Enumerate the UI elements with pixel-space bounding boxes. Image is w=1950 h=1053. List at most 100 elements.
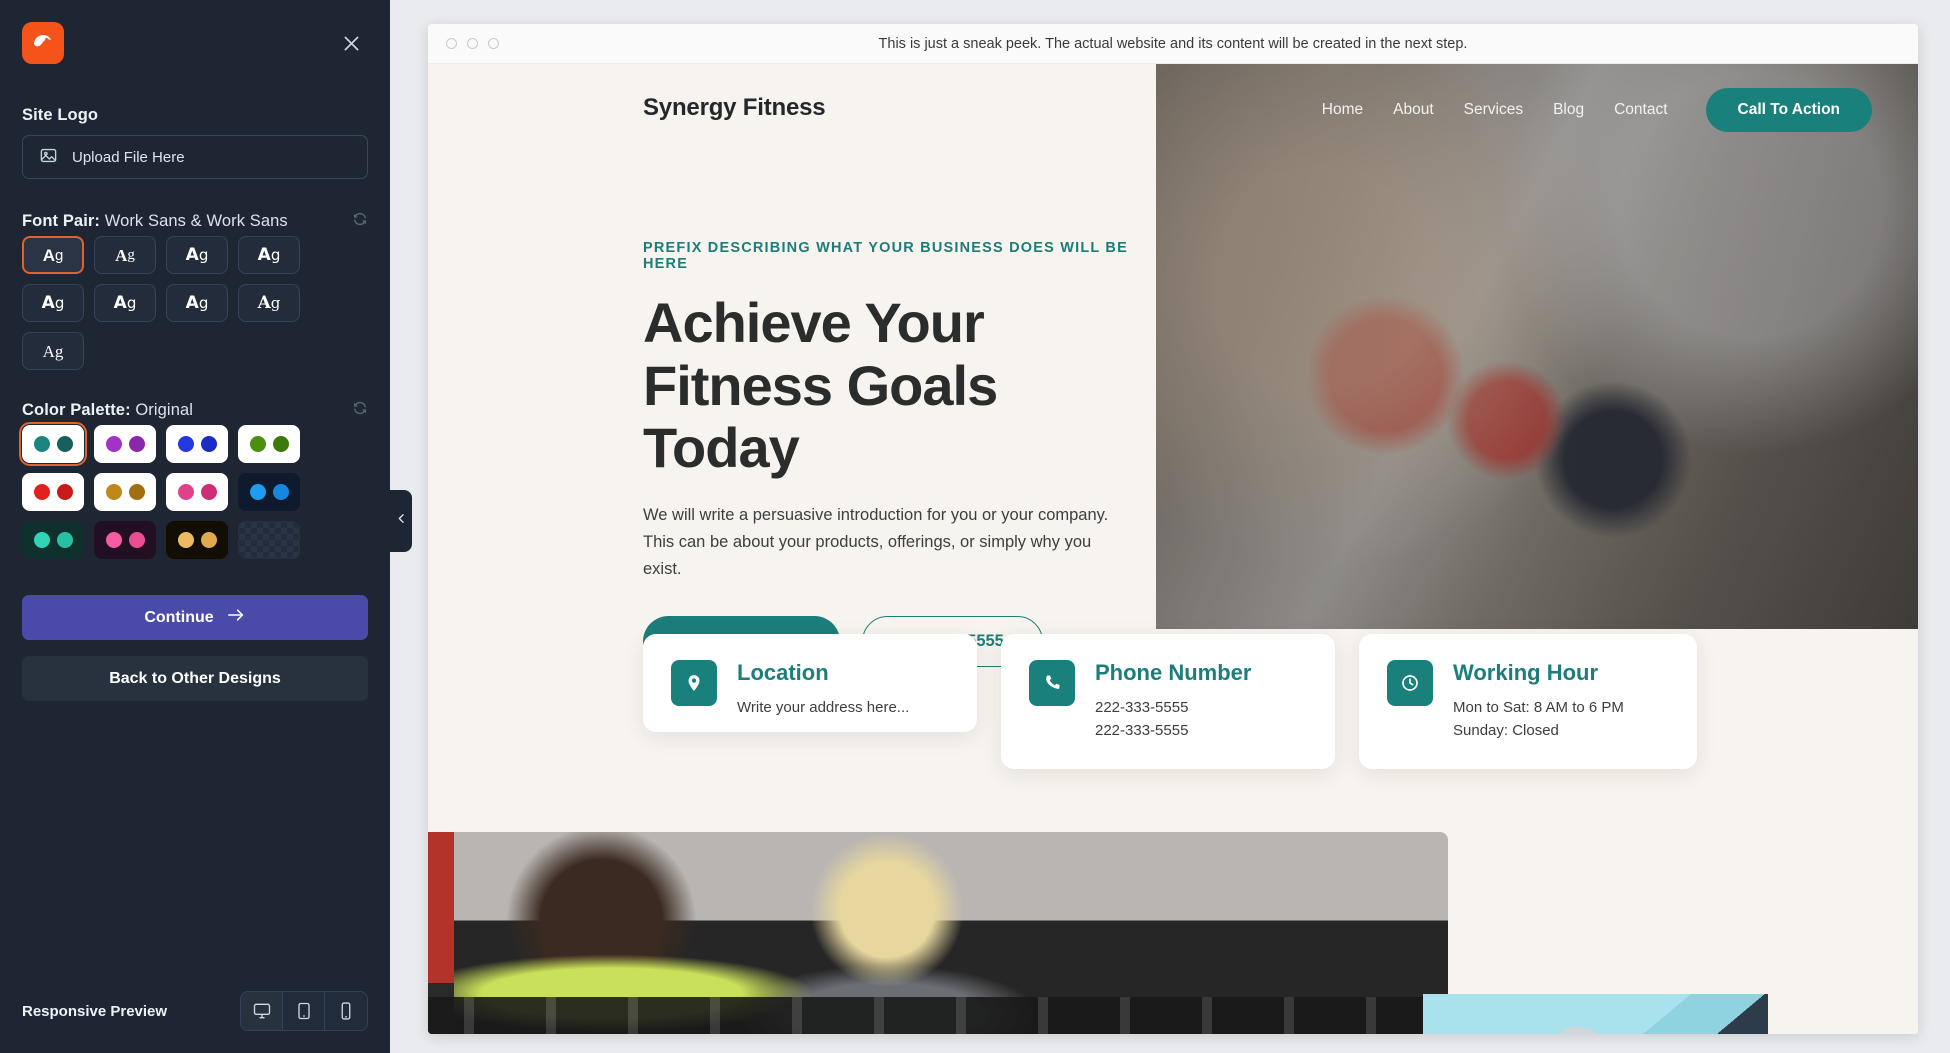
font-option-7[interactable]: Ag — [166, 284, 228, 322]
info-card-body: Phone Number 222-333-5555 222-333-5555 — [1095, 660, 1251, 743]
palette-dot-primary — [249, 436, 266, 452]
chevron-left-icon — [395, 512, 408, 530]
hero-heading: Achieve Your Fitness Goals Today — [643, 291, 1156, 480]
nav-link-about[interactable]: About — [1393, 101, 1434, 119]
info-card-body: Working Hour Mon to Sat: 8 AM to 6 PM Sund… — [1453, 660, 1624, 743]
font-option-5[interactable]: Ag — [22, 284, 84, 322]
hero-heading-line1: Achieve Your — [643, 291, 985, 354]
info-card-line: Write your address here... — [737, 699, 910, 716]
upload-file-label: Upload File Here — [72, 148, 185, 166]
hero-paragraph: We will write a persuasive introduction … — [643, 506, 1109, 578]
hero-heading-line2: Fitness Goals Today — [643, 353, 998, 480]
tablet-icon[interactable] — [283, 992, 325, 1030]
palette-dot-primary — [105, 484, 122, 500]
palette-dot-secondary — [200, 436, 217, 452]
color-palette-label: Color Palette: Original — [22, 401, 194, 419]
info-card-line: 222-333-5555 — [1095, 722, 1189, 740]
font-option-2[interactable]: Ag — [94, 236, 156, 274]
font-pair-label: Font Pair: Work Sans & Work Sans — [22, 212, 288, 230]
hero-photo-fitness — [1156, 64, 1918, 629]
site-logo-label: Site Logo — [22, 106, 99, 124]
font-option-3[interactable]: Ag — [166, 236, 228, 274]
app-root: Site Logo Upload File Here Font Pair: Wo… — [0, 0, 1950, 1053]
close-icon[interactable] — [334, 26, 368, 60]
responsive-preview-label: Responsive Preview — [22, 1002, 168, 1020]
upload-file-button[interactable]: Upload File Here — [22, 135, 368, 179]
hero-image — [1156, 64, 1918, 629]
palette-dot-secondary — [56, 532, 73, 548]
mobile-icon[interactable] — [325, 992, 367, 1030]
palette-dot-primary — [177, 436, 194, 452]
palette-dot-primary — [177, 532, 194, 548]
palette-dot-secondary — [200, 532, 217, 548]
info-card-location: Location Write your address here... — [643, 634, 977, 732]
palette-swatch-dark-amber[interactable] — [166, 521, 228, 559]
palette-dot-primary — [105, 436, 122, 452]
palette-swatch-original[interactable] — [19, 422, 87, 466]
back-label: Back to Other Designs — [109, 669, 281, 687]
palette-dot-secondary — [200, 484, 217, 500]
design-settings-sidebar: Site Logo Upload File Here Font Pair: Wo… — [0, 0, 390, 1053]
info-card-title: Location — [737, 660, 829, 685]
desktop-icon[interactable] — [241, 992, 283, 1030]
nav-cta-button[interactable]: Call To Action — [1705, 88, 1872, 132]
location-pin-icon — [671, 660, 717, 706]
font-option-4[interactable]: Ag — [238, 236, 300, 274]
font-option-6[interactable]: Ag — [94, 284, 156, 322]
info-card-body: Location Write your address here... — [737, 660, 909, 719]
info-card-phone-number: Phone Number 222-333-5555 222-333-5555 — [1001, 634, 1335, 769]
palette-swatch-red[interactable] — [22, 473, 84, 511]
palette-dot-secondary — [128, 436, 145, 452]
sidebar-header — [22, 0, 368, 64]
phone-icon — [1029, 660, 1075, 706]
font-pair-refresh-icon[interactable] — [352, 211, 368, 232]
secondary-photo — [1423, 994, 1768, 1034]
font-option-1[interactable]: Ag — [22, 236, 84, 274]
palette-dot-secondary — [128, 484, 145, 500]
back-to-other-designs-button[interactable]: Back to Other Designs — [22, 656, 368, 701]
font-pair-options: Ag Ag Ag Ag Ag Ag Ag Ag Ag — [22, 236, 368, 370]
palette-dot-secondary — [56, 436, 73, 452]
palette-swatch-dark-pink[interactable] — [94, 521, 156, 559]
color-palette-options — [19, 422, 368, 559]
palette-dot-secondary — [128, 532, 145, 548]
responsive-preview-bar: Responsive Preview — [22, 991, 368, 1031]
palette-swatch-transparent[interactable] — [238, 521, 300, 559]
palette-dot-secondary — [272, 436, 289, 452]
palette-swatch-blue[interactable] — [166, 425, 228, 463]
palette-dot-primary — [33, 436, 50, 452]
website-preview: PREFIX DESCRIBING WHAT YOUR BUSINESS DOE… — [428, 64, 1918, 1034]
info-cards-row: Location Write your address here... Phone … — [643, 634, 1872, 769]
zipwp-logo-icon — [22, 22, 64, 64]
color-palette-value: Original — [135, 401, 194, 419]
gym-training-photo — [428, 832, 1448, 1034]
font-pair-value: Work Sans & Work Sans — [104, 212, 288, 230]
color-palette-header: Color Palette: Original — [22, 400, 368, 421]
palette-dot-primary — [249, 484, 266, 500]
palette-swatch-dark-blue[interactable] — [238, 473, 300, 511]
hero-prefix: PREFIX DESCRIBING WHAT YOUR BUSINESS DOE… — [643, 240, 1128, 272]
nav-link-home[interactable]: Home — [1322, 101, 1363, 119]
bottom-media-section — [428, 832, 1918, 1034]
font-pair-header: Font Pair: Work Sans & Work Sans — [22, 211, 368, 232]
preview-pane: This is just a sneak peek. The actual we… — [390, 0, 1950, 1053]
palette-swatch-magenta[interactable] — [166, 473, 228, 511]
palette-dot-secondary — [56, 484, 73, 500]
info-card-line: Sunday: Closed — [1453, 722, 1559, 740]
palette-swatch-green[interactable] — [238, 425, 300, 463]
site-navigation: Home About Services Blog Contact Call To Acti… — [1322, 88, 1872, 132]
continue-button[interactable]: Continue — [22, 595, 368, 640]
site-logo-text: Synergy Fitness — [643, 94, 826, 121]
info-card-line: 222-333-5555 — [1095, 699, 1189, 716]
font-option-9[interactable]: Ag — [22, 332, 84, 370]
color-palette-refresh-icon[interactable] — [352, 400, 368, 421]
palette-swatch-purple[interactable] — [94, 425, 156, 463]
palette-swatch-dark-teal[interactable] — [22, 521, 84, 559]
sidebar-collapse-handle[interactable] — [390, 490, 412, 552]
nav-link-services[interactable]: Services — [1464, 101, 1523, 119]
font-option-8[interactable]: Ag — [238, 284, 300, 322]
nav-link-contact[interactable]: Contact — [1614, 101, 1667, 119]
info-card-working-hour: Working Hour Mon to Sat: 8 AM to 6 PM Sund… — [1359, 634, 1697, 769]
nav-link-blog[interactable]: Blog — [1553, 101, 1584, 119]
palette-swatch-gold[interactable] — [94, 473, 156, 511]
